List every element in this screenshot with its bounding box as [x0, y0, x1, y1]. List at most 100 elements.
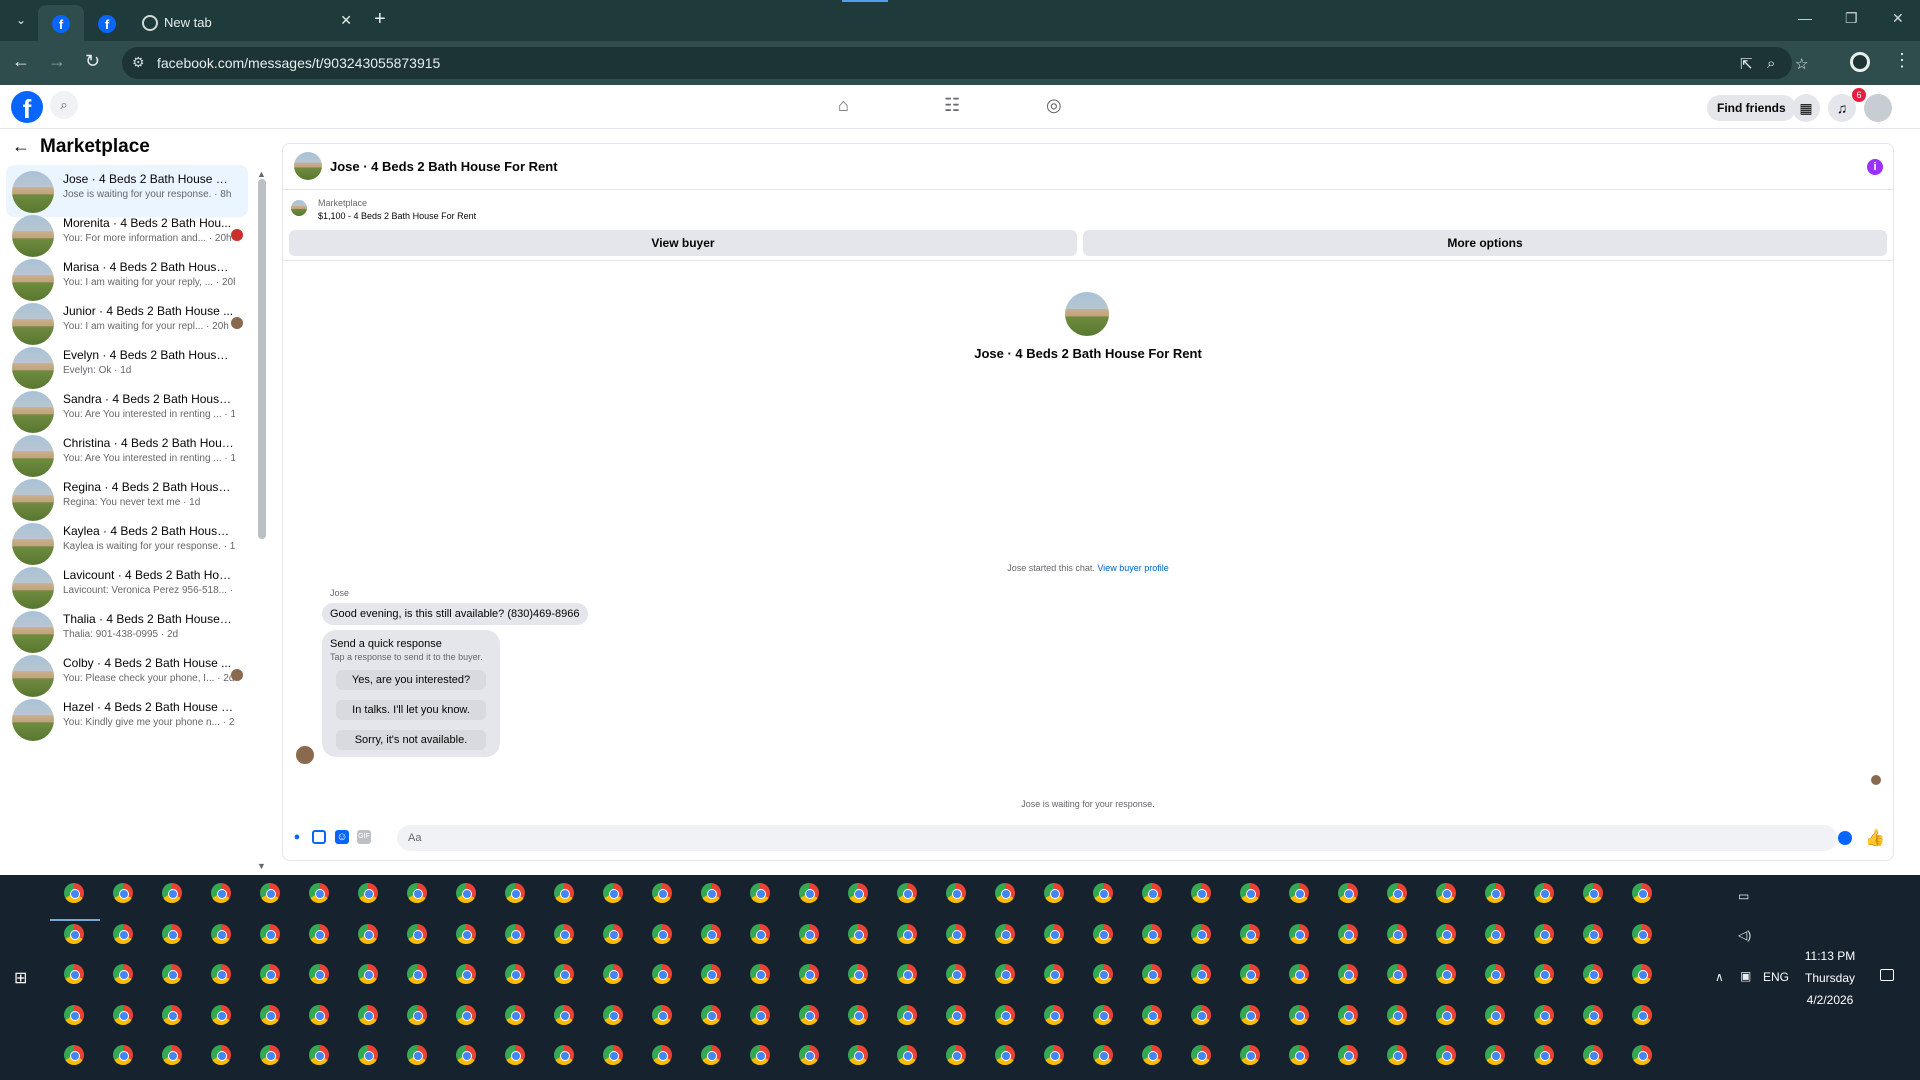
- chrome-window-icon[interactable]: [701, 923, 721, 944]
- chrome-window-icon[interactable]: [211, 1045, 231, 1065]
- chrome-window-icon[interactable]: [64, 1004, 84, 1025]
- chrome-window-icon[interactable]: [1044, 1004, 1064, 1025]
- chrome-window-icon[interactable]: [113, 1004, 133, 1025]
- chrome-window-icon[interactable]: [1191, 964, 1211, 984]
- windows-start-icon[interactable]: ⊞: [14, 968, 27, 988]
- forward-arrow-icon[interactable]: →: [48, 51, 66, 72]
- chrome-window-icon[interactable]: [1044, 883, 1064, 903]
- address-bar[interactable]: ⚙ facebook.com/messages/t/90324305587391…: [122, 47, 1808, 79]
- chrome-window-icon[interactable]: [211, 964, 231, 984]
- chrome-window-icon[interactable]: [162, 1004, 182, 1025]
- chrome-window-icon[interactable]: [260, 964, 280, 984]
- chrome-window-icon[interactable]: [407, 964, 427, 984]
- chrome-window-icon[interactable]: [456, 964, 476, 984]
- chrome-window-icon[interactable]: [701, 883, 721, 903]
- chrome-window-icon[interactable]: [848, 1004, 868, 1025]
- minimize-icon[interactable]: —: [1798, 10, 1812, 26]
- search-icon[interactable]: ⌕: [50, 91, 78, 119]
- chrome-window-icon[interactable]: [603, 883, 623, 903]
- chrome-window-icon[interactable]: [995, 883, 1015, 903]
- chrome-window-icon[interactable]: [505, 883, 525, 903]
- chrome-window-icon[interactable]: [1534, 883, 1554, 903]
- chrome-window-icon[interactable]: [358, 923, 378, 944]
- chrome-window-icon[interactable]: [750, 883, 770, 903]
- chrome-window-icon[interactable]: [505, 1045, 525, 1065]
- chrome-window-icon[interactable]: [113, 1045, 133, 1065]
- conversation-item[interactable]: Hazel · 4 Beds 2 Bath House Fo... You: K…: [6, 693, 248, 745]
- chrome-window-icon[interactable]: [211, 883, 231, 903]
- scroll-down-icon[interactable]: ▼: [257, 861, 266, 871]
- window-close-icon[interactable]: ✕: [1892, 10, 1904, 27]
- chrome-window-icon[interactable]: [897, 923, 917, 944]
- chrome-window-icon[interactable]: [260, 1004, 280, 1025]
- chrome-window-icon[interactable]: [1142, 1004, 1162, 1025]
- chrome-window-icon[interactable]: [64, 964, 84, 984]
- account-avatar[interactable]: [1864, 94, 1892, 122]
- chrome-window-icon[interactable]: [848, 964, 868, 984]
- like-thumb-icon[interactable]: 👍: [1865, 828, 1885, 848]
- chrome-window-icon[interactable]: [946, 883, 966, 903]
- chrome-window-icon[interactable]: [603, 1004, 623, 1025]
- chrome-window-icon[interactable]: [1583, 1045, 1603, 1065]
- browser-profile-icon[interactable]: [1850, 52, 1870, 72]
- chrome-window-icon[interactable]: [456, 883, 476, 903]
- chrome-window-icon[interactable]: [554, 923, 574, 944]
- chrome-window-icon[interactable]: [1387, 964, 1407, 984]
- tab-facebook[interactable]: f: [84, 5, 130, 41]
- chrome-window-icon[interactable]: [1387, 1004, 1407, 1025]
- sticker-icon[interactable]: ☺: [335, 830, 349, 844]
- chrome-window-icon[interactable]: [946, 964, 966, 984]
- back-arrow-icon[interactable]: ←: [12, 136, 30, 156]
- chrome-window-icon[interactable]: [897, 1004, 917, 1025]
- chrome-window-icon[interactable]: [897, 964, 917, 984]
- friends-icon[interactable]: ☷: [944, 95, 960, 116]
- chrome-window-icon[interactable]: [1191, 883, 1211, 903]
- chrome-window-icon[interactable]: [1534, 1045, 1554, 1065]
- chrome-window-icon[interactable]: [1387, 883, 1407, 903]
- system-clock[interactable]: 11:13 PM Thursday 4/2/2026: [1795, 945, 1865, 1011]
- tab-new-tab[interactable]: New tab ✕: [130, 5, 360, 41]
- quick-response-button[interactable]: In talks. I'll let you know.: [336, 700, 486, 720]
- chrome-window-icon[interactable]: [211, 923, 231, 944]
- chrome-window-icon[interactable]: [113, 964, 133, 984]
- chrome-window-icon[interactable]: [1583, 1004, 1603, 1025]
- chrome-window-icon[interactable]: [1583, 923, 1603, 944]
- chrome-window-icon[interactable]: [1044, 1045, 1064, 1065]
- chrome-window-icon[interactable]: [309, 923, 329, 944]
- chrome-window-icon[interactable]: [64, 883, 84, 903]
- chrome-window-icon[interactable]: [603, 964, 623, 984]
- scrollbar-thumb[interactable]: [258, 179, 266, 539]
- chrome-window-icon[interactable]: [1093, 964, 1113, 984]
- chrome-window-icon[interactable]: [1583, 964, 1603, 984]
- chrome-window-icon[interactable]: [1632, 1045, 1652, 1065]
- chrome-window-icon[interactable]: [1093, 883, 1113, 903]
- chrome-window-icon[interactable]: [1142, 923, 1162, 944]
- chat-listing-thumbnail[interactable]: [294, 152, 322, 180]
- chrome-window-icon[interactable]: [848, 883, 868, 903]
- home-icon[interactable]: ⌂: [838, 95, 849, 116]
- chrome-window-icon[interactable]: [1142, 1045, 1162, 1065]
- chrome-window-icon[interactable]: [1044, 964, 1064, 984]
- chrome-window-icon[interactable]: [162, 1045, 182, 1065]
- chrome-window-icon[interactable]: [701, 1004, 721, 1025]
- chrome-window-icon[interactable]: [309, 1045, 329, 1065]
- chrome-window-icon[interactable]: [554, 964, 574, 984]
- bookmark-star-icon[interactable]: ☆: [1795, 55, 1808, 73]
- quick-response-button[interactable]: Yes, are you interested?: [336, 670, 486, 690]
- chrome-window-icon[interactable]: [1240, 964, 1260, 984]
- emoji-icon[interactable]: [1838, 831, 1852, 845]
- chrome-window-icon[interactable]: [1485, 1004, 1505, 1025]
- chrome-window-icon[interactable]: [1338, 964, 1358, 984]
- install-app-icon[interactable]: ⇱: [1740, 55, 1753, 73]
- chrome-window-icon[interactable]: [1632, 1004, 1652, 1025]
- network-icon[interactable]: ▣: [1740, 969, 1751, 983]
- chrome-window-icon[interactable]: [1289, 923, 1309, 944]
- chrome-window-icon[interactable]: [456, 1004, 476, 1025]
- photo-icon[interactable]: [312, 830, 326, 844]
- chrome-window-icon[interactable]: [1485, 923, 1505, 944]
- message-input[interactable]: Aa: [397, 825, 1837, 851]
- chrome-window-icon[interactable]: [652, 1004, 672, 1025]
- chrome-window-icon[interactable]: [897, 1045, 917, 1065]
- browser-menu-icon[interactable]: ⋮: [1893, 50, 1911, 71]
- chrome-window-icon[interactable]: [1093, 1045, 1113, 1065]
